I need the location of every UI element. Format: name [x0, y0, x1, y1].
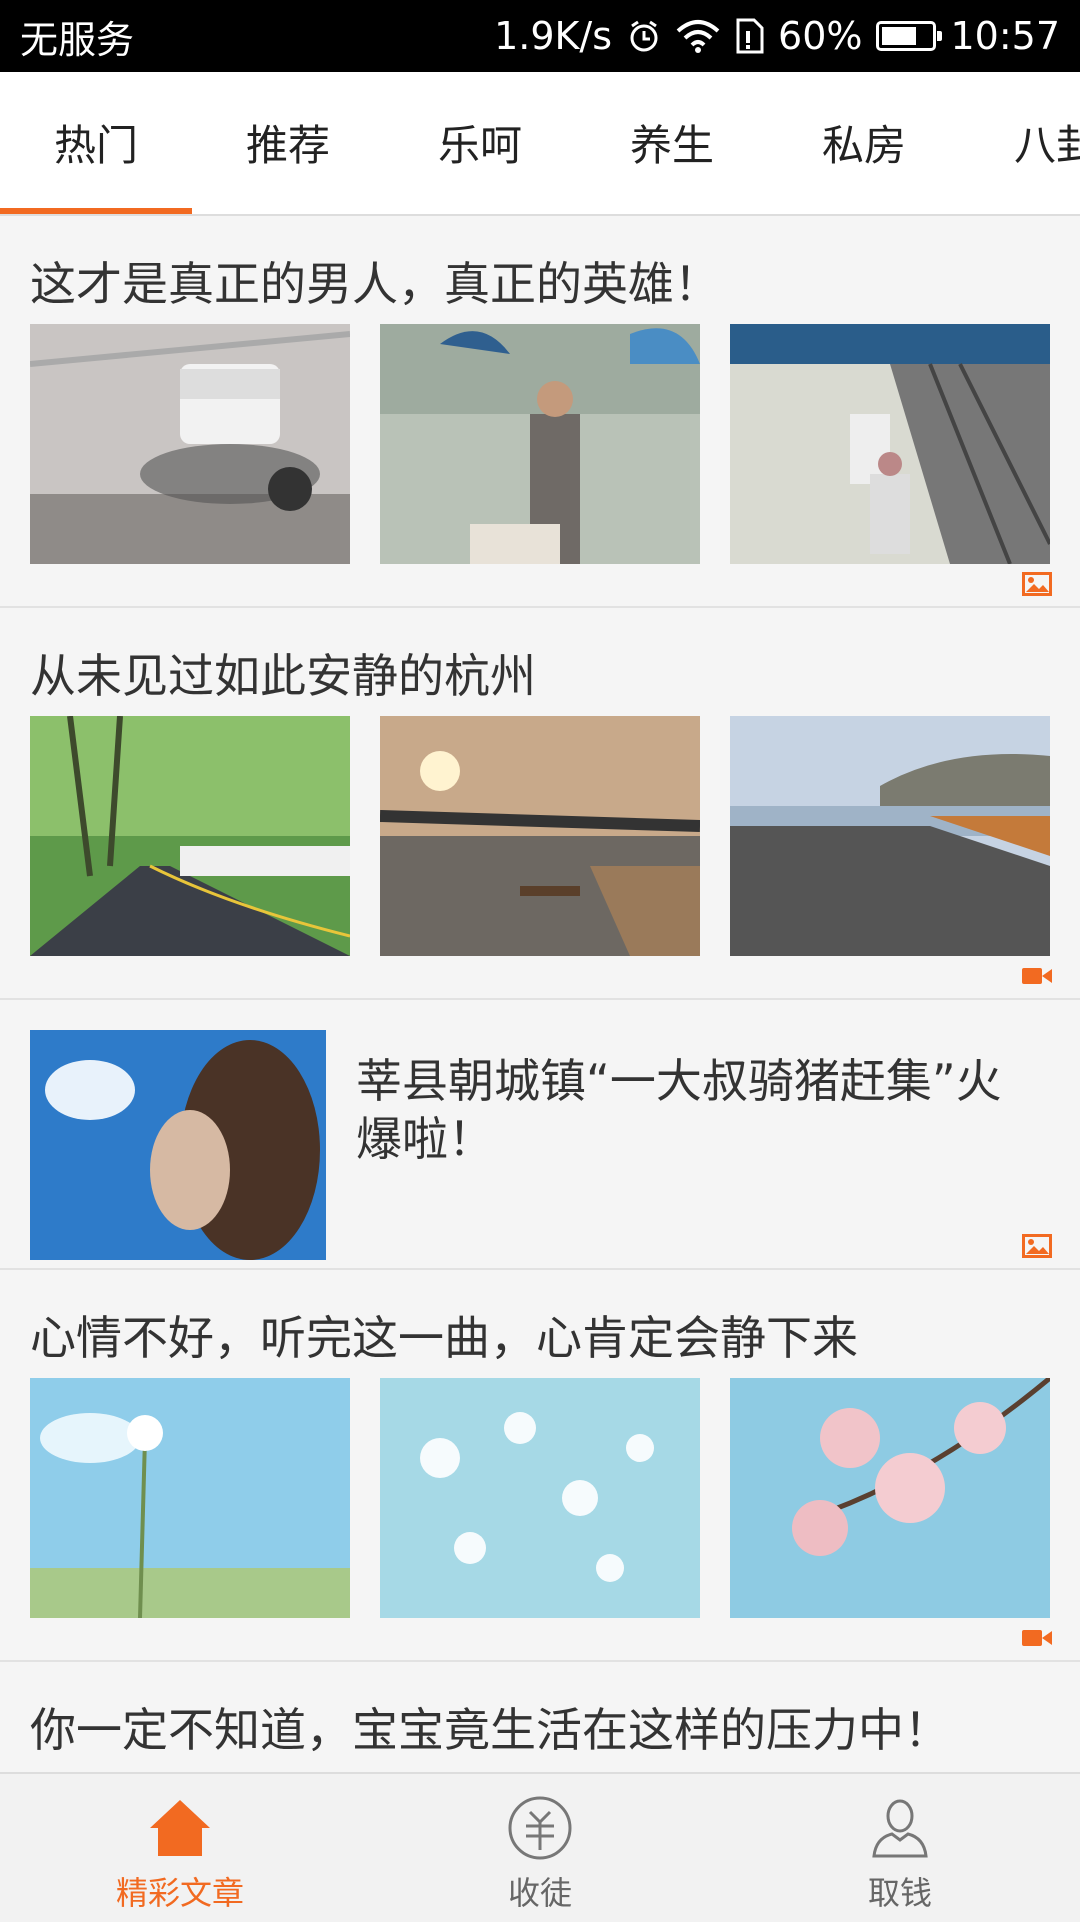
nav-withdraw[interactable]: 取钱: [720, 1774, 1080, 1922]
article-title: 心情不好，听完这一曲，心肯定会静下来: [30, 1311, 858, 1365]
nav-label: 收徒: [507, 1874, 572, 1912]
article-title: 你一定不知道，宝宝竟生活在这样的压力中！: [30, 1703, 950, 1757]
article-item[interactable]: 这才是真正的男人，真正的英雄！: [0, 216, 1080, 608]
article-thumbnail: [380, 1378, 700, 1618]
home-icon: [146, 1794, 214, 1862]
article-feed: 这才是真正的男人，真正的英雄！ 从未见过如此安静的杭州 莘县朝城镇“一大叔骑猪赶…: [0, 216, 1080, 1772]
article-title: 这才是真正的男人，真正的英雄！: [30, 257, 720, 311]
nav-apprentice[interactable]: 收徒: [360, 1774, 720, 1922]
article-title: 莘县朝城镇“一大叔骑猪赶集”火爆啦！: [356, 1054, 1002, 1166]
tab-private[interactable]: 私房: [768, 72, 960, 212]
tab-gossip[interactable]: 八卦: [960, 72, 1080, 212]
bottom-navigation: 精彩文章 收徒 取钱: [0, 1772, 1080, 1922]
sim-icon: [734, 18, 764, 54]
nav-label: 取钱: [867, 1874, 932, 1912]
video-icon: [1022, 964, 1052, 988]
image-icon: [1022, 1234, 1052, 1258]
tab-recommend[interactable]: 推荐: [192, 72, 384, 212]
article-thumbnail: [30, 1030, 326, 1260]
nav-articles[interactable]: 精彩文章: [0, 1774, 360, 1922]
article-thumbnail: [30, 716, 350, 956]
tab-fun[interactable]: 乐呵: [384, 72, 576, 212]
nav-label: 精彩文章: [115, 1874, 244, 1912]
tab-health[interactable]: 养生: [576, 72, 768, 212]
battery-percent: 60%: [778, 14, 863, 58]
carrier-text: 无服务: [20, 17, 135, 62]
clock: 10:57: [950, 14, 1060, 58]
tab-hot[interactable]: 热门: [0, 72, 192, 214]
article-thumbnail: [380, 716, 700, 956]
article-title: 从未见过如此安静的杭州: [30, 649, 536, 703]
image-icon: [1022, 572, 1052, 596]
alarm-icon: [626, 18, 662, 54]
wifi-icon: [676, 19, 720, 53]
video-icon: [1022, 1626, 1052, 1650]
article-item[interactable]: 心情不好，听完这一曲，心肯定会静下来: [0, 1270, 1080, 1662]
category-tab-bar: 热门 推荐 乐呵 养生 私房 八卦: [0, 72, 1080, 216]
article-item[interactable]: 你一定不知道，宝宝竟生活在这样的压力中！: [0, 1662, 1080, 1772]
article-thumbnail: [730, 324, 1050, 564]
coin-icon: [506, 1794, 574, 1862]
battery-icon: [876, 21, 943, 51]
article-thumbnail: [380, 324, 700, 564]
article-thumbnail: [30, 1378, 350, 1618]
user-icon: [866, 1794, 934, 1862]
article-thumbnail: [730, 1378, 1050, 1618]
article-item[interactable]: 从未见过如此安静的杭州: [0, 608, 1080, 1000]
article-item[interactable]: 莘县朝城镇“一大叔骑猪赶集”火爆啦！: [0, 1000, 1080, 1270]
article-thumbnail: [730, 716, 1050, 956]
network-speed: 1.9K/s: [494, 14, 613, 58]
status-bar: 无服务 1.9K/s 60% 10:57: [0, 0, 1080, 72]
article-thumbnail: [30, 324, 350, 564]
